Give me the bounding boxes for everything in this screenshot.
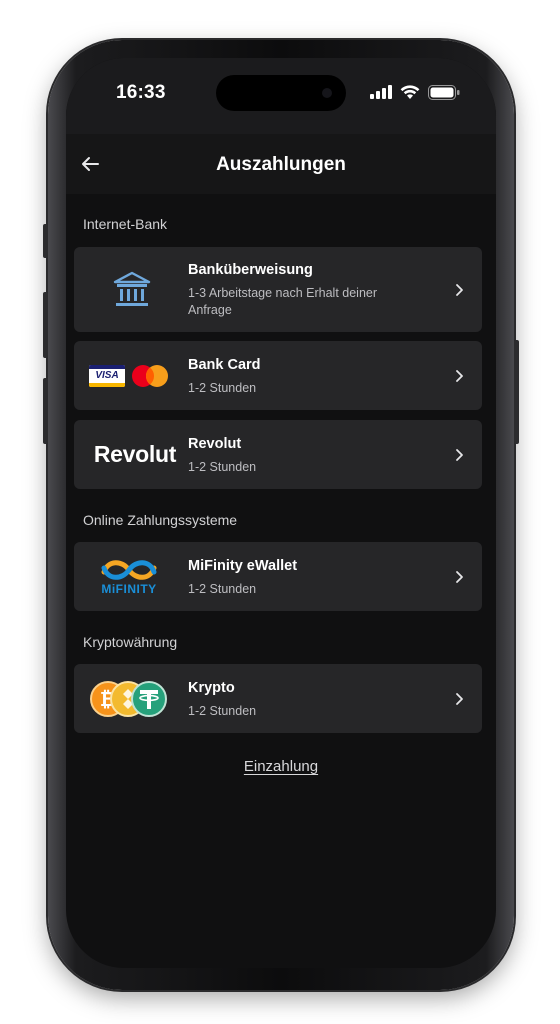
status-time: 16:33	[116, 82, 166, 103]
payout-method-bank-transfer[interactable]: Banküberweisung 1-3 Arbeitstage nach Erh…	[74, 247, 482, 332]
payout-method-crypto[interactable]: ₿ Krypto 1-2 Stunden	[74, 664, 482, 733]
battery-icon	[428, 84, 460, 100]
crypto-coins-icon: ₿	[74, 664, 184, 733]
chevron-right-icon	[456, 693, 463, 705]
camera-icon	[322, 88, 332, 98]
chevron-right-icon	[456, 449, 463, 461]
status-bar: 16:33	[66, 58, 496, 134]
method-description: 1-2 Stunden	[188, 381, 257, 395]
section-label-online-payment-systems: Online Zahlungssysteme	[83, 512, 238, 528]
payout-method-mifinity[interactable]: MiFINITY MiFinity eWallet 1-2 Stunden	[74, 542, 482, 611]
revolut-logo-text: Revolut	[93, 441, 177, 467]
section-label-internet-bank: Internet-Bank	[83, 216, 168, 232]
chevron-right-icon	[456, 370, 463, 382]
dynamic-island	[216, 75, 346, 111]
method-name: Revolut	[188, 436, 242, 452]
revolut-logo: Revolut	[80, 420, 190, 489]
deposit-link-container: Einzahlung	[66, 758, 496, 776]
chevron-right-icon	[456, 571, 463, 583]
method-description: 1-2 Stunden	[188, 582, 257, 596]
card-logos: VISA	[74, 341, 184, 410]
chevron-right-icon	[456, 284, 463, 296]
method-name: Bank Card	[188, 357, 261, 373]
mifinity-logo: MiFINITY	[74, 542, 184, 611]
page-title: Auszahlungen	[216, 154, 346, 175]
method-description: 1-2 Stunden	[188, 704, 257, 718]
payout-method-revolut[interactable]: Revolut Revolut 1-2 Stunden	[74, 420, 482, 489]
bank-logo	[74, 247, 184, 332]
navigation-bar: Auszahlungen	[66, 134, 496, 194]
volume-up-button	[43, 292, 48, 358]
mastercard-logo	[132, 364, 168, 387]
deposit-link[interactable]: Einzahlung	[244, 758, 318, 775]
bank-icon	[113, 271, 151, 306]
cellular-signal-icon	[370, 85, 392, 99]
method-name: Krypto	[188, 680, 235, 696]
crypto-coins-icon: ₿	[90, 680, 167, 717]
power-button	[514, 340, 519, 444]
action-button	[43, 224, 48, 258]
visa-logo-text: VISA	[95, 370, 119, 381]
method-name: MiFinity eWallet	[188, 558, 298, 574]
status-icons	[370, 84, 460, 100]
volume-down-button	[43, 378, 48, 444]
section-label-crypto: Kryptowährung	[83, 634, 178, 650]
visa-logo: VISA	[89, 364, 125, 387]
method-description: 1-2 Stunden	[188, 460, 257, 474]
wifi-icon	[400, 84, 420, 99]
method-description: 1-3 Arbeitstage nach Erhalt deiner Anfra…	[188, 286, 378, 317]
mifinity-logo-text: MiFINITY	[101, 581, 157, 596]
mifinity-infinity-icon	[101, 559, 157, 580]
payout-method-bank-card[interactable]: VISA Bank Card 1-2 Stunden	[74, 341, 482, 410]
method-name: Banküberweisung	[188, 262, 313, 278]
app-screen: 16:33 Auszahlungen Internet-Bank Bankübe…	[66, 58, 496, 968]
